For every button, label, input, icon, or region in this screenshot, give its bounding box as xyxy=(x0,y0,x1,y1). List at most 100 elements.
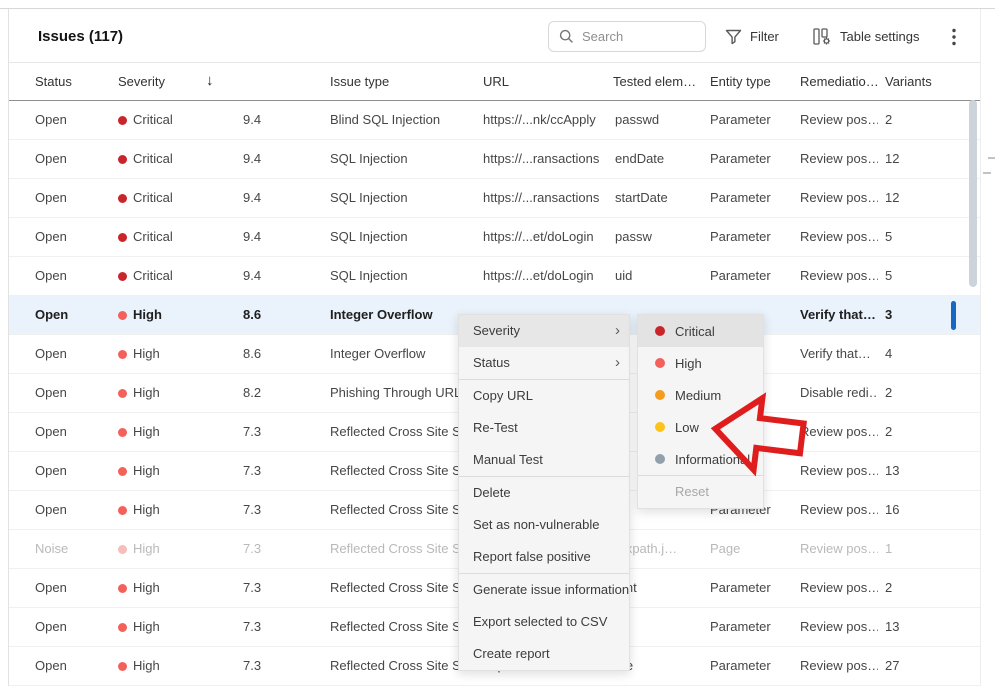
menu-item-set-as-non-vulnerable[interactable]: Set as non-vulnerable xyxy=(459,509,629,541)
variants-cell: 13 xyxy=(885,452,945,490)
severity-dot xyxy=(118,467,127,476)
variants-cell: 12 xyxy=(885,140,945,178)
table-row[interactable]: Open Critical 9.4 SQL Injection https://… xyxy=(9,218,980,257)
variants-cell: 2 xyxy=(885,374,945,412)
variants-cell: 2 xyxy=(885,413,945,451)
variants-cell: 5 xyxy=(885,257,945,295)
severity-label: High xyxy=(133,335,228,373)
issues-screen: Issues (117) Filter Ta xyxy=(0,0,995,686)
url-cell: https://...nk/ccApply xyxy=(483,101,611,139)
score-cell: 9.4 xyxy=(243,257,303,295)
remediation-cell: Verify that… xyxy=(800,335,878,373)
score-cell: 9.4 xyxy=(243,218,303,256)
column-header-remediation[interactable]: Remediatio… xyxy=(800,74,879,89)
entity-type-cell: Parameter xyxy=(710,101,798,139)
window-edge-mark xyxy=(983,172,991,174)
variants-cell: 5 xyxy=(885,218,945,256)
score-cell: 9.4 xyxy=(243,101,303,139)
submenu-item-label: Critical xyxy=(675,324,715,339)
issue-type-cell: Blind SQL Injection xyxy=(330,101,480,139)
severity-label: High xyxy=(133,530,228,568)
severity-dot xyxy=(118,194,127,203)
submenu-item-high[interactable]: High xyxy=(638,347,763,379)
tested-element-cell: passw xyxy=(615,218,707,256)
menu-item-manual-test[interactable]: Manual Test xyxy=(459,444,629,476)
remediation-cell: Review pos… xyxy=(800,413,878,451)
severity-label: High xyxy=(133,647,228,685)
severity-dot xyxy=(118,389,127,398)
variants-cell: 3 xyxy=(885,296,945,334)
status-cell: Open xyxy=(35,335,105,373)
menu-item-re-test[interactable]: Re-Test xyxy=(459,412,629,444)
issue-type-cell: SQL Injection xyxy=(330,218,480,256)
entity-type-cell: Parameter xyxy=(710,218,798,256)
status-cell: Noise xyxy=(35,530,105,568)
menu-item-label: Delete xyxy=(473,485,511,500)
status-cell: Open xyxy=(35,296,105,334)
severity-label: Critical xyxy=(133,179,228,217)
menu-item-label: Create report xyxy=(473,646,550,661)
score-cell: 7.3 xyxy=(243,608,303,646)
severity-label: Critical xyxy=(133,140,228,178)
sort-descending-icon[interactable]: ↓ xyxy=(206,72,214,89)
menu-item-copy-url[interactable]: Copy URL xyxy=(459,380,629,412)
variants-cell: 13 xyxy=(885,608,945,646)
menu-item-severity[interactable]: Severity› xyxy=(459,315,629,347)
remediation-cell: Verify that… xyxy=(800,296,878,334)
variants-cell: 2 xyxy=(885,101,945,139)
remediation-cell: Review pos… xyxy=(800,179,878,217)
column-header-variants[interactable]: Variants xyxy=(885,74,932,89)
column-header-status[interactable]: Status xyxy=(35,74,72,89)
score-cell: 7.3 xyxy=(243,647,303,685)
table-row[interactable]: Open Critical 9.4 SQL Injection https://… xyxy=(9,140,980,179)
status-cell: Open xyxy=(35,179,105,217)
menu-item-label: Report false positive xyxy=(473,549,591,564)
severity-label: Critical xyxy=(133,101,228,139)
more-options-button[interactable] xyxy=(944,23,964,51)
column-header-severity[interactable]: Severity xyxy=(118,74,165,89)
remediation-cell: Review pos… xyxy=(800,140,878,178)
remediation-cell: Review pos… xyxy=(800,218,878,256)
variants-cell: 2 xyxy=(885,569,945,607)
severity-dot xyxy=(655,358,665,368)
score-cell: 9.4 xyxy=(243,179,303,217)
search-input[interactable] xyxy=(582,29,697,44)
severity-label: High xyxy=(133,569,228,607)
filter-icon xyxy=(725,29,742,45)
column-header-issue-type[interactable]: Issue type xyxy=(330,74,389,89)
table-settings-button[interactable]: Table settings xyxy=(813,21,920,52)
scrollbar-thumb[interactable] xyxy=(969,100,977,287)
column-header-entity-type[interactable]: Entity type xyxy=(710,74,771,89)
tested-element-cell: passwd xyxy=(615,101,707,139)
submenu-item-critical[interactable]: Critical xyxy=(638,315,763,347)
url-cell: https://...ransactions xyxy=(483,140,611,178)
score-cell: 7.3 xyxy=(243,491,303,529)
menu-item-export-selected-to-csv[interactable]: Export selected to CSV xyxy=(459,606,629,638)
window-edge-mark xyxy=(988,157,995,159)
filter-button[interactable]: Filter xyxy=(725,21,779,52)
status-cell: Open xyxy=(35,374,105,412)
menu-item-generate-issue-information[interactable]: Generate issue information xyxy=(459,574,629,606)
status-cell: Open xyxy=(35,140,105,178)
menu-item-delete[interactable]: Delete xyxy=(459,477,629,509)
remediation-cell: Review pos… xyxy=(800,569,878,607)
menu-item-label: Severity xyxy=(473,323,520,338)
column-header-tested-element[interactable]: Tested elem… xyxy=(613,74,696,89)
status-cell: Open xyxy=(35,413,105,451)
menu-item-status[interactable]: Status› xyxy=(459,347,629,379)
menu-item-report-false-positive[interactable]: Report false positive xyxy=(459,541,629,573)
severity-dot xyxy=(118,350,127,359)
menu-item-create-report[interactable]: Create report xyxy=(459,638,629,670)
severity-dot xyxy=(118,155,127,164)
table-row[interactable]: Open Critical 9.4 Blind SQL Injection ht… xyxy=(9,101,980,140)
kebab-icon xyxy=(952,28,956,46)
table-row[interactable]: Open Critical 9.4 SQL Injection https://… xyxy=(9,179,980,218)
table-row[interactable]: Open Critical 9.4 SQL Injection https://… xyxy=(9,257,980,296)
score-cell: 7.3 xyxy=(243,452,303,490)
column-header-url[interactable]: URL xyxy=(483,74,509,89)
menu-item-label: Re-Test xyxy=(473,420,518,435)
search-box[interactable] xyxy=(548,21,706,52)
status-cell: Open xyxy=(35,101,105,139)
remediation-cell: Review pos… xyxy=(800,491,878,529)
remediation-cell: Review pos… xyxy=(800,452,878,490)
